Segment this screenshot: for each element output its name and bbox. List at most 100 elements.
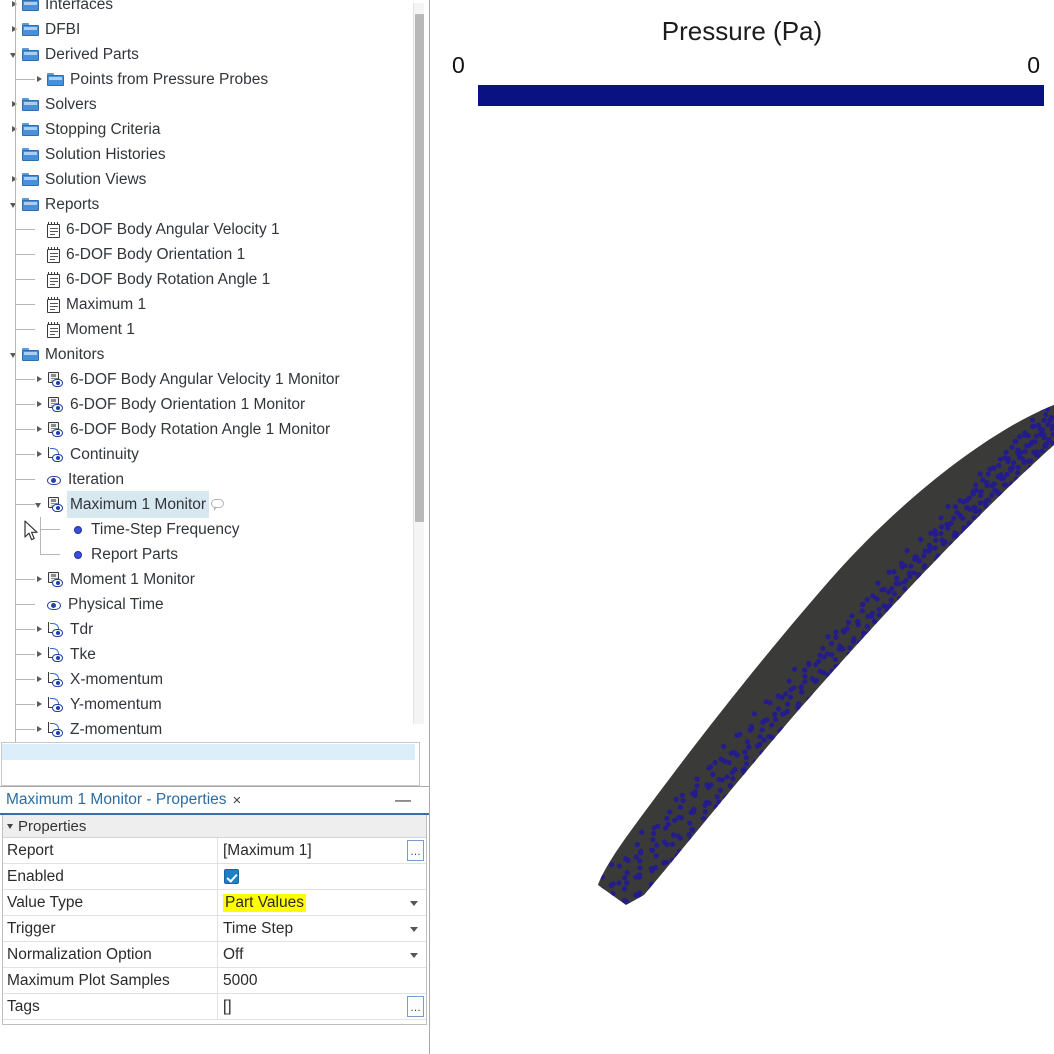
expander-expand-icon[interactable] [33, 642, 47, 667]
tree-item[interactable]: Tke [0, 642, 414, 667]
tree-item-label: Continuity [70, 446, 139, 463]
property-name: Report [3, 838, 218, 863]
tree-item-label: Z-momentum [70, 721, 163, 738]
monitor-icon [47, 496, 64, 513]
property-row[interactable]: Report [Maximum 1]… [3, 838, 426, 864]
expander-expand-icon[interactable] [33, 617, 47, 642]
property-value-cell[interactable]: [Maximum 1]… [218, 838, 426, 863]
object-tree[interactable]: Interfaces DFBI Derived Parts Points from P… [0, 0, 414, 742]
property-value-cell[interactable] [218, 864, 426, 889]
tree-item-selected[interactable]: Maximum 1 Monitor [0, 491, 414, 518]
tree-item[interactable]: 6-DOF Body Rotation Angle 1 [0, 267, 414, 292]
tree-item-label: Y-momentum [70, 696, 162, 713]
tree-item[interactable]: Solvers [0, 92, 414, 117]
tree-item[interactable]: DFBI [0, 17, 414, 42]
property-row[interactable]: Maximum Plot Samples 5000 [3, 968, 426, 994]
chevron-down-icon[interactable] [410, 953, 418, 958]
tree-item[interactable]: 6-DOF Body Rotation Angle 1 Monitor [0, 417, 414, 442]
expander-expand-icon[interactable] [33, 667, 47, 692]
expander-expand-icon[interactable] [33, 692, 47, 717]
eye-icon [47, 599, 62, 611]
expander-expand-icon[interactable] [33, 442, 47, 467]
tree-item[interactable]: Points from Pressure Probes [0, 67, 414, 92]
property-name: Normalization Option [3, 942, 218, 967]
tree-connector [15, 404, 35, 405]
expander-placeholder [58, 542, 72, 567]
tree-item[interactable]: Derived Parts [0, 42, 414, 67]
tree-item[interactable]: Iteration [0, 467, 414, 492]
monitor-icon [47, 371, 64, 388]
expander-expand-icon[interactable] [33, 67, 47, 92]
tree-item[interactable]: Interfaces [0, 0, 414, 17]
tree-item[interactable]: Solution Histories [0, 142, 414, 167]
minimize-icon[interactable]: — [395, 793, 411, 809]
expander-expand-icon[interactable] [33, 717, 47, 742]
tree-item[interactable]: Z-momentum [0, 717, 414, 742]
tree-scrollbar-thumb[interactable] [415, 14, 424, 522]
chevron-down-icon[interactable] [410, 927, 418, 932]
folder-icon [22, 172, 39, 187]
tree-item[interactable]: X-momentum [0, 667, 414, 692]
property-value-cell[interactable]: Off [218, 942, 426, 967]
tree-item[interactable]: Y-momentum [0, 692, 414, 717]
tree-item[interactable]: Monitors [0, 342, 414, 367]
simulation-tree-panel[interactable]: Interfaces DFBI Derived Parts Points from P… [0, 0, 430, 787]
tree-item[interactable]: Time-Step Frequency [0, 517, 414, 542]
expander-expand-icon[interactable] [33, 417, 47, 442]
expander-expand-icon[interactable] [33, 392, 47, 417]
property-value: Part Values [223, 893, 306, 912]
tree-connector [40, 529, 60, 530]
tree-item[interactable]: Moment 1 Monitor [0, 567, 414, 592]
enabled-checkbox[interactable] [224, 869, 239, 884]
expander-placeholder [33, 267, 47, 292]
expander-placeholder [33, 242, 47, 267]
expander-collapse-icon[interactable] [33, 492, 47, 517]
tree-item[interactable]: Maximum 1 [0, 292, 414, 317]
tree-connector [15, 217, 16, 329]
property-row[interactable]: Trigger Time Step [3, 916, 426, 942]
folder-icon [22, 22, 39, 37]
comment-bubble-icon[interactable] [211, 498, 225, 511]
report-icon [47, 221, 60, 238]
close-icon[interactable]: × [233, 792, 242, 809]
property-row[interactable]: Normalization Option Off [3, 942, 426, 968]
expander-expand-icon[interactable] [33, 567, 47, 592]
tree-connector [15, 604, 35, 605]
tree-item[interactable]: Solution Views [0, 167, 414, 192]
property-value-cell[interactable]: Part Values [218, 890, 426, 915]
tree-item[interactable]: Physical Time [0, 592, 414, 617]
tree-vertical-scrollbar[interactable] [413, 3, 424, 724]
tree-item[interactable]: Report Parts [0, 542, 414, 567]
property-row[interactable]: Value Type Part Values [3, 890, 426, 916]
tree-item[interactable]: Tdr [0, 617, 414, 642]
expander-placeholder [58, 517, 72, 542]
tree-item[interactable]: Reports [0, 192, 414, 217]
tree-item[interactable]: 6-DOF Body Orientation 1 [0, 242, 414, 267]
tree-item[interactable]: Moment 1 [0, 317, 414, 342]
tree-item[interactable]: Stopping Criteria [0, 117, 414, 142]
expander-expand-icon[interactable] [33, 367, 47, 392]
property-value-cell[interactable]: 5000 [218, 968, 426, 993]
property-name: Maximum Plot Samples [3, 968, 218, 993]
tree-selection-band [2, 744, 415, 760]
property-row[interactable]: Enabled [3, 864, 426, 890]
properties-group-header[interactable]: Properties [3, 815, 426, 838]
tree-item-label: Moment 1 Monitor [70, 571, 195, 588]
tree-connector [15, 654, 35, 655]
tree-item[interactable]: 6-DOF Body Angular Velocity 1 [0, 217, 414, 242]
tree-item[interactable]: 6-DOF Body Orientation 1 Monitor [0, 392, 414, 417]
tree-item[interactable]: Continuity [0, 442, 414, 467]
property-value-cell[interactable]: Time Step [218, 916, 426, 941]
tree-scroll-area[interactable]: Interfaces DFBI Derived Parts Points from P… [0, 0, 429, 786]
ellipsis-button[interactable]: … [407, 996, 424, 1017]
tree-item[interactable]: 6-DOF Body Angular Velocity 1 Monitor [0, 367, 414, 392]
tree-connector [15, 254, 35, 255]
ellipsis-button[interactable]: … [407, 840, 424, 861]
scene-view[interactable]: Pressure (Pa) 0 0 [430, 0, 1054, 1054]
property-value-cell[interactable]: []… [218, 994, 426, 1019]
blade-surface-geometry[interactable] [430, 0, 1054, 1054]
tree-item-label: Moment 1 [66, 321, 135, 338]
chevron-down-icon[interactable] [410, 901, 418, 906]
expander-placeholder [33, 217, 47, 242]
property-row[interactable]: Tags[]… [3, 994, 426, 1020]
